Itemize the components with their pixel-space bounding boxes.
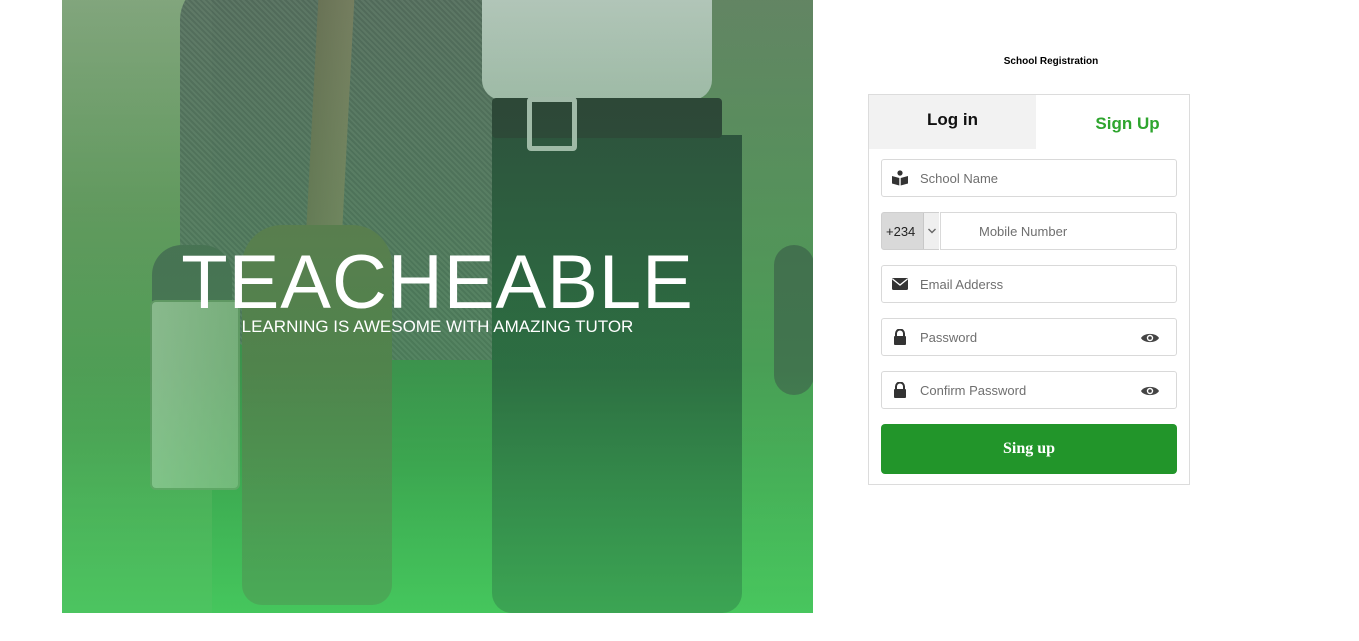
- page-title: School Registration: [1003, 56, 1099, 67]
- envelope-icon: [892, 278, 908, 290]
- brand-tagline: LEARNING IS AWESOME WITH AMAZING TUTOR: [62, 317, 813, 337]
- email-input[interactable]: [920, 266, 1135, 302]
- email-field: [881, 265, 1177, 303]
- tab-login[interactable]: Log in: [869, 95, 1036, 149]
- school-name-field: [881, 159, 1177, 197]
- mobile-number-input[interactable]: [979, 213, 1169, 249]
- country-code-toggle[interactable]: [923, 213, 939, 249]
- eye-icon[interactable]: [1140, 384, 1160, 398]
- password-input[interactable]: [920, 319, 1135, 355]
- country-code-select[interactable]: +234: [881, 212, 939, 250]
- school-name-input[interactable]: [920, 160, 1135, 196]
- eye-icon[interactable]: [1140, 331, 1160, 345]
- confirm-password-field: [881, 371, 1177, 409]
- tab-signup[interactable]: Sign Up: [1036, 95, 1189, 149]
- country-code-value: +234: [886, 224, 916, 239]
- lock-icon: [894, 329, 906, 345]
- auth-tabs: Log in Sign Up: [869, 95, 1189, 149]
- password-field: [881, 318, 1177, 356]
- brand-title: TEACHEABLE: [181, 240, 694, 325]
- hero-image: TEACHEABLE LEARNING IS AWESOME WITH AMAZ…: [62, 0, 813, 613]
- signup-submit-button[interactable]: Sing up: [881, 424, 1177, 474]
- lock-icon: [894, 382, 906, 398]
- book-reader-icon: [892, 170, 908, 186]
- mobile-number-row: +234: [881, 212, 1177, 250]
- chevron-down-icon: [928, 228, 936, 234]
- mobile-number-field: [940, 212, 1177, 250]
- auth-card: Log in Sign Up +234: [868, 94, 1190, 485]
- brand-tagline-text: LEARNING IS AWESOME WITH AMAZING TUTOR: [241, 317, 634, 336]
- confirm-password-input[interactable]: [920, 372, 1135, 408]
